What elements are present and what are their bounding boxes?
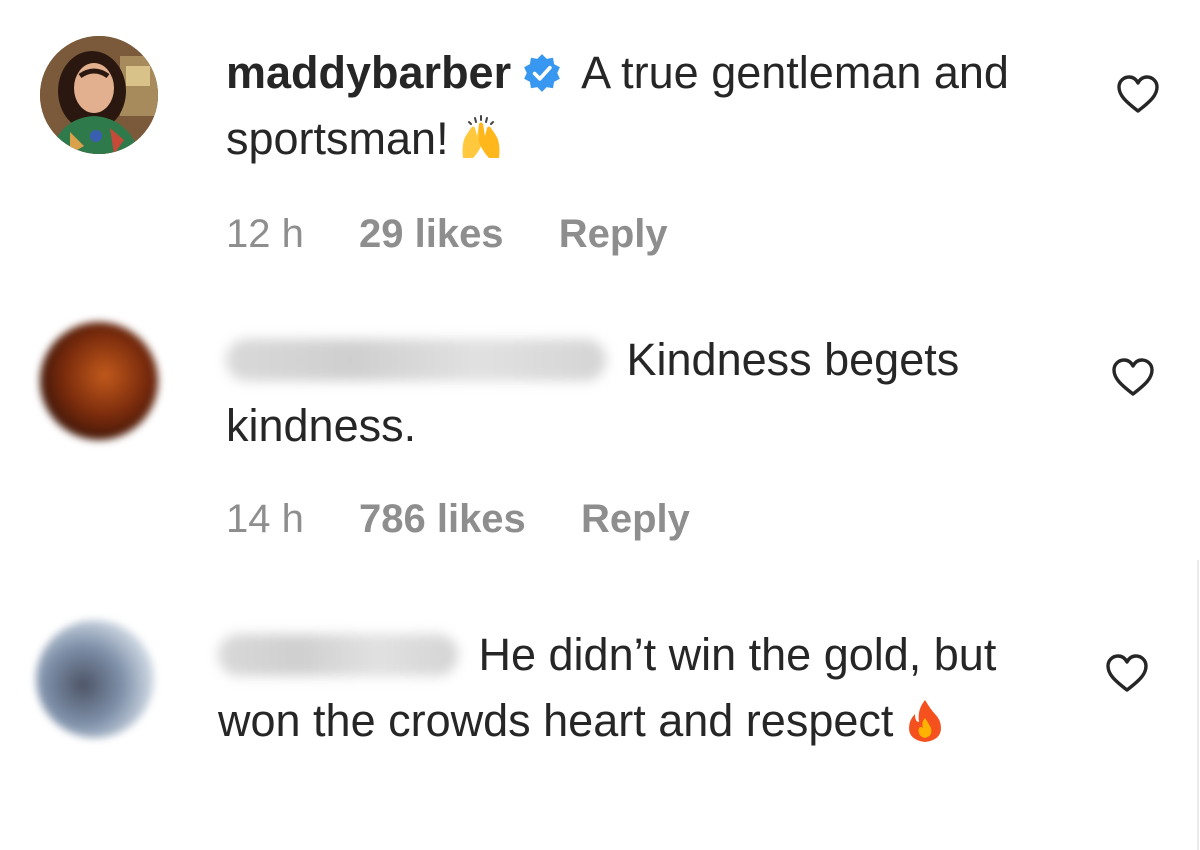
comment-text: He didn’t win the gold, but won the crow… bbox=[218, 622, 1078, 754]
comment-text: Kindness begets kindness. bbox=[226, 327, 1086, 459]
comment-text: maddybarber A true gentleman and sportsm… bbox=[226, 40, 1086, 172]
like-heart-icon[interactable] bbox=[1110, 356, 1156, 398]
fire-icon bbox=[909, 700, 942, 742]
blurred-username[interactable] bbox=[226, 339, 606, 381]
avatar[interactable] bbox=[40, 36, 158, 154]
like-heart-icon[interactable] bbox=[1115, 73, 1161, 115]
verified-badge-icon bbox=[524, 54, 560, 92]
raising-hands-icon bbox=[462, 115, 500, 158]
reply-button[interactable]: Reply bbox=[581, 497, 690, 541]
comment-likes[interactable]: 29 likes bbox=[359, 212, 504, 256]
like-heart-icon[interactable] bbox=[1104, 652, 1150, 694]
comment-username[interactable]: maddybarber bbox=[226, 47, 511, 98]
comment-meta: 12 h 29 likes Reply bbox=[226, 212, 712, 257]
comment-time[interactable]: 14 h bbox=[226, 497, 304, 541]
comment-meta: 14 h 786 likes Reply bbox=[226, 497, 734, 542]
avatar[interactable] bbox=[36, 620, 154, 738]
scroll-edge bbox=[1197, 560, 1199, 850]
comment-likes[interactable]: 786 likes bbox=[359, 497, 526, 541]
reply-button[interactable]: Reply bbox=[559, 212, 668, 256]
avatar[interactable] bbox=[40, 322, 158, 440]
blurred-username[interactable] bbox=[218, 634, 458, 676]
comment-time[interactable]: 12 h bbox=[226, 212, 304, 256]
